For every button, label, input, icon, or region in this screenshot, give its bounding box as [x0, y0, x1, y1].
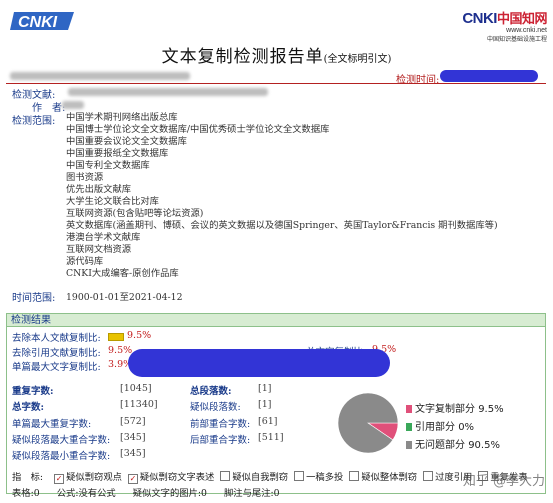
- redacted-author: [62, 101, 84, 109]
- database-item: 中国重要报纸全文数据库: [66, 148, 169, 159]
- legend-value: 90.5%: [468, 440, 500, 451]
- footer-formulas: 公式:没有公式: [56, 488, 116, 499]
- database-item: 大学生论文联合比对库: [66, 196, 159, 207]
- ref-removed-value: 9.5%: [108, 345, 133, 356]
- database-item: 英文数据库(涵盖期刊、博硕、会议的英文数据以及德国Springer、英国Tayl…: [66, 220, 498, 231]
- cnki-logo-right: CNKI中国知网 www.cnki.net 中国知识基础设施工程: [462, 10, 547, 43]
- pie-legend-item: 无问题部分 90.5%: [406, 436, 504, 451]
- single-max-dup-label: 单篇最大重复字数:: [12, 419, 92, 430]
- back-overlap-value: [511]: [258, 432, 284, 443]
- front-overlap-label: 前部重合字数:: [190, 419, 251, 430]
- sus-paras-value: [1]: [258, 399, 272, 410]
- ref-removed-label: 去除引用文献复制比:: [12, 348, 101, 359]
- indicator-checkbox[interactable]: [423, 471, 434, 481]
- pie-legend-item: 引用部分 0%: [406, 418, 504, 433]
- sus-min-overlap-label: 疑似段落最小重合字数:: [12, 451, 111, 462]
- pie-legend: 文字复制部分 9.5% 引用部分 0% 无问题部分 90.5%: [406, 400, 504, 454]
- sus-paras-label: 疑似段落数:: [190, 402, 241, 413]
- footer-tables: 表格:0: [12, 488, 40, 499]
- report-title: 文本复制检测报告单(全文标明引文): [161, 47, 392, 67]
- timerange-value: 1900-01-01至2021-04-12: [66, 292, 183, 303]
- legend-swatch: [406, 423, 412, 431]
- database-item: 中国学术期刊网络出版总库: [66, 112, 178, 123]
- total-chars-label: 总字数:: [12, 402, 45, 413]
- dup-chars-label: 重复字数:: [12, 386, 54, 397]
- svg-text:CNKI: CNKI: [18, 14, 58, 31]
- database-item: 源代码库: [66, 256, 104, 267]
- total-paras-label: 总段落数:: [190, 386, 232, 397]
- pie-slice: [337, 392, 399, 454]
- legend-swatch: [406, 405, 412, 413]
- database-item: 中国重要会议论文全文数据库: [66, 136, 187, 147]
- legend-label: 引用部分: [415, 422, 459, 433]
- scope-label: 检测范围:: [12, 116, 56, 127]
- legend-swatch: [406, 441, 412, 449]
- single-max-label: 单篇最大文字复制比:: [12, 362, 101, 373]
- timerange-label: 时间范围:: [12, 293, 56, 304]
- back-overlap-label: 后部重合字数:: [190, 435, 251, 446]
- self-removed-bar: [108, 333, 124, 341]
- legend-value: 9.5%: [478, 404, 504, 415]
- indicator-checkbox[interactable]: [294, 471, 305, 481]
- self-removed-value: 9.5%: [127, 330, 152, 341]
- redacted-time: [440, 70, 538, 82]
- indicator-item[interactable]: 一稿多投: [294, 465, 343, 484]
- database-item: 中国专利全文数据库: [66, 160, 150, 171]
- result-pie-chart: [337, 392, 399, 454]
- legend-label: 文字复制部分: [415, 404, 479, 415]
- dup-chars-value: [1045]: [120, 383, 152, 394]
- front-overlap-value: [61]: [258, 416, 278, 427]
- self-removed-label: 去除本人文献复制比:: [12, 333, 101, 344]
- redacted-doc: [68, 88, 268, 96]
- indicator-text: 疑似整体剽窃: [361, 472, 418, 483]
- database-item: 图书资源: [66, 172, 104, 183]
- total-paras-value: [1]: [258, 383, 272, 394]
- results-header: 检测结果: [6, 313, 546, 327]
- legend-label: 无问题部分: [415, 440, 469, 451]
- database-item: 港澳台学术文献库: [66, 232, 141, 243]
- indicator-text: 一稿多投: [306, 472, 344, 483]
- database-item: 互联网资源(包含贴吧等论坛资源): [66, 208, 204, 219]
- indicator-checkbox[interactable]: [349, 471, 360, 481]
- database-item: CNKI大成编客-原创作品库: [66, 268, 179, 279]
- watermark: 知乎 @李大力: [462, 474, 545, 489]
- indicator-item[interactable]: 疑似整体剽窃: [349, 465, 417, 484]
- indicator-checkbox[interactable]: [220, 471, 231, 481]
- footer-figures: 疑似文字的图片:0: [132, 488, 207, 499]
- redacted-overlay: [128, 349, 390, 377]
- database-item: 中国博士学位论文全文数据库/中国优秀硕士学位论文全文数据库: [66, 124, 330, 135]
- database-item: 互联网文档资源: [66, 244, 132, 255]
- cnki-logo-left: CNKI: [10, 8, 80, 34]
- sus-max-overlap-value: [345]: [120, 432, 146, 443]
- header-rule: [6, 83, 546, 84]
- total-chars-value: [11340]: [120, 399, 158, 410]
- footer-footnotes: 脚注与尾注:0: [224, 488, 280, 499]
- redacted-id: [10, 72, 190, 80]
- sus-max-overlap-label: 疑似段落最大重合字数:: [12, 435, 111, 446]
- single-max-dup-value: [572]: [120, 416, 146, 427]
- footer-row: 表格:0 公式:没有公式 疑似文字的图片:0 脚注与尾注:0: [12, 481, 280, 500]
- database-item: 优先出版文献库: [66, 184, 132, 195]
- legend-value: 0%: [458, 422, 475, 433]
- sus-min-overlap-value: [345]: [120, 448, 146, 459]
- pie-legend-item: 文字复制部分 9.5%: [406, 400, 504, 415]
